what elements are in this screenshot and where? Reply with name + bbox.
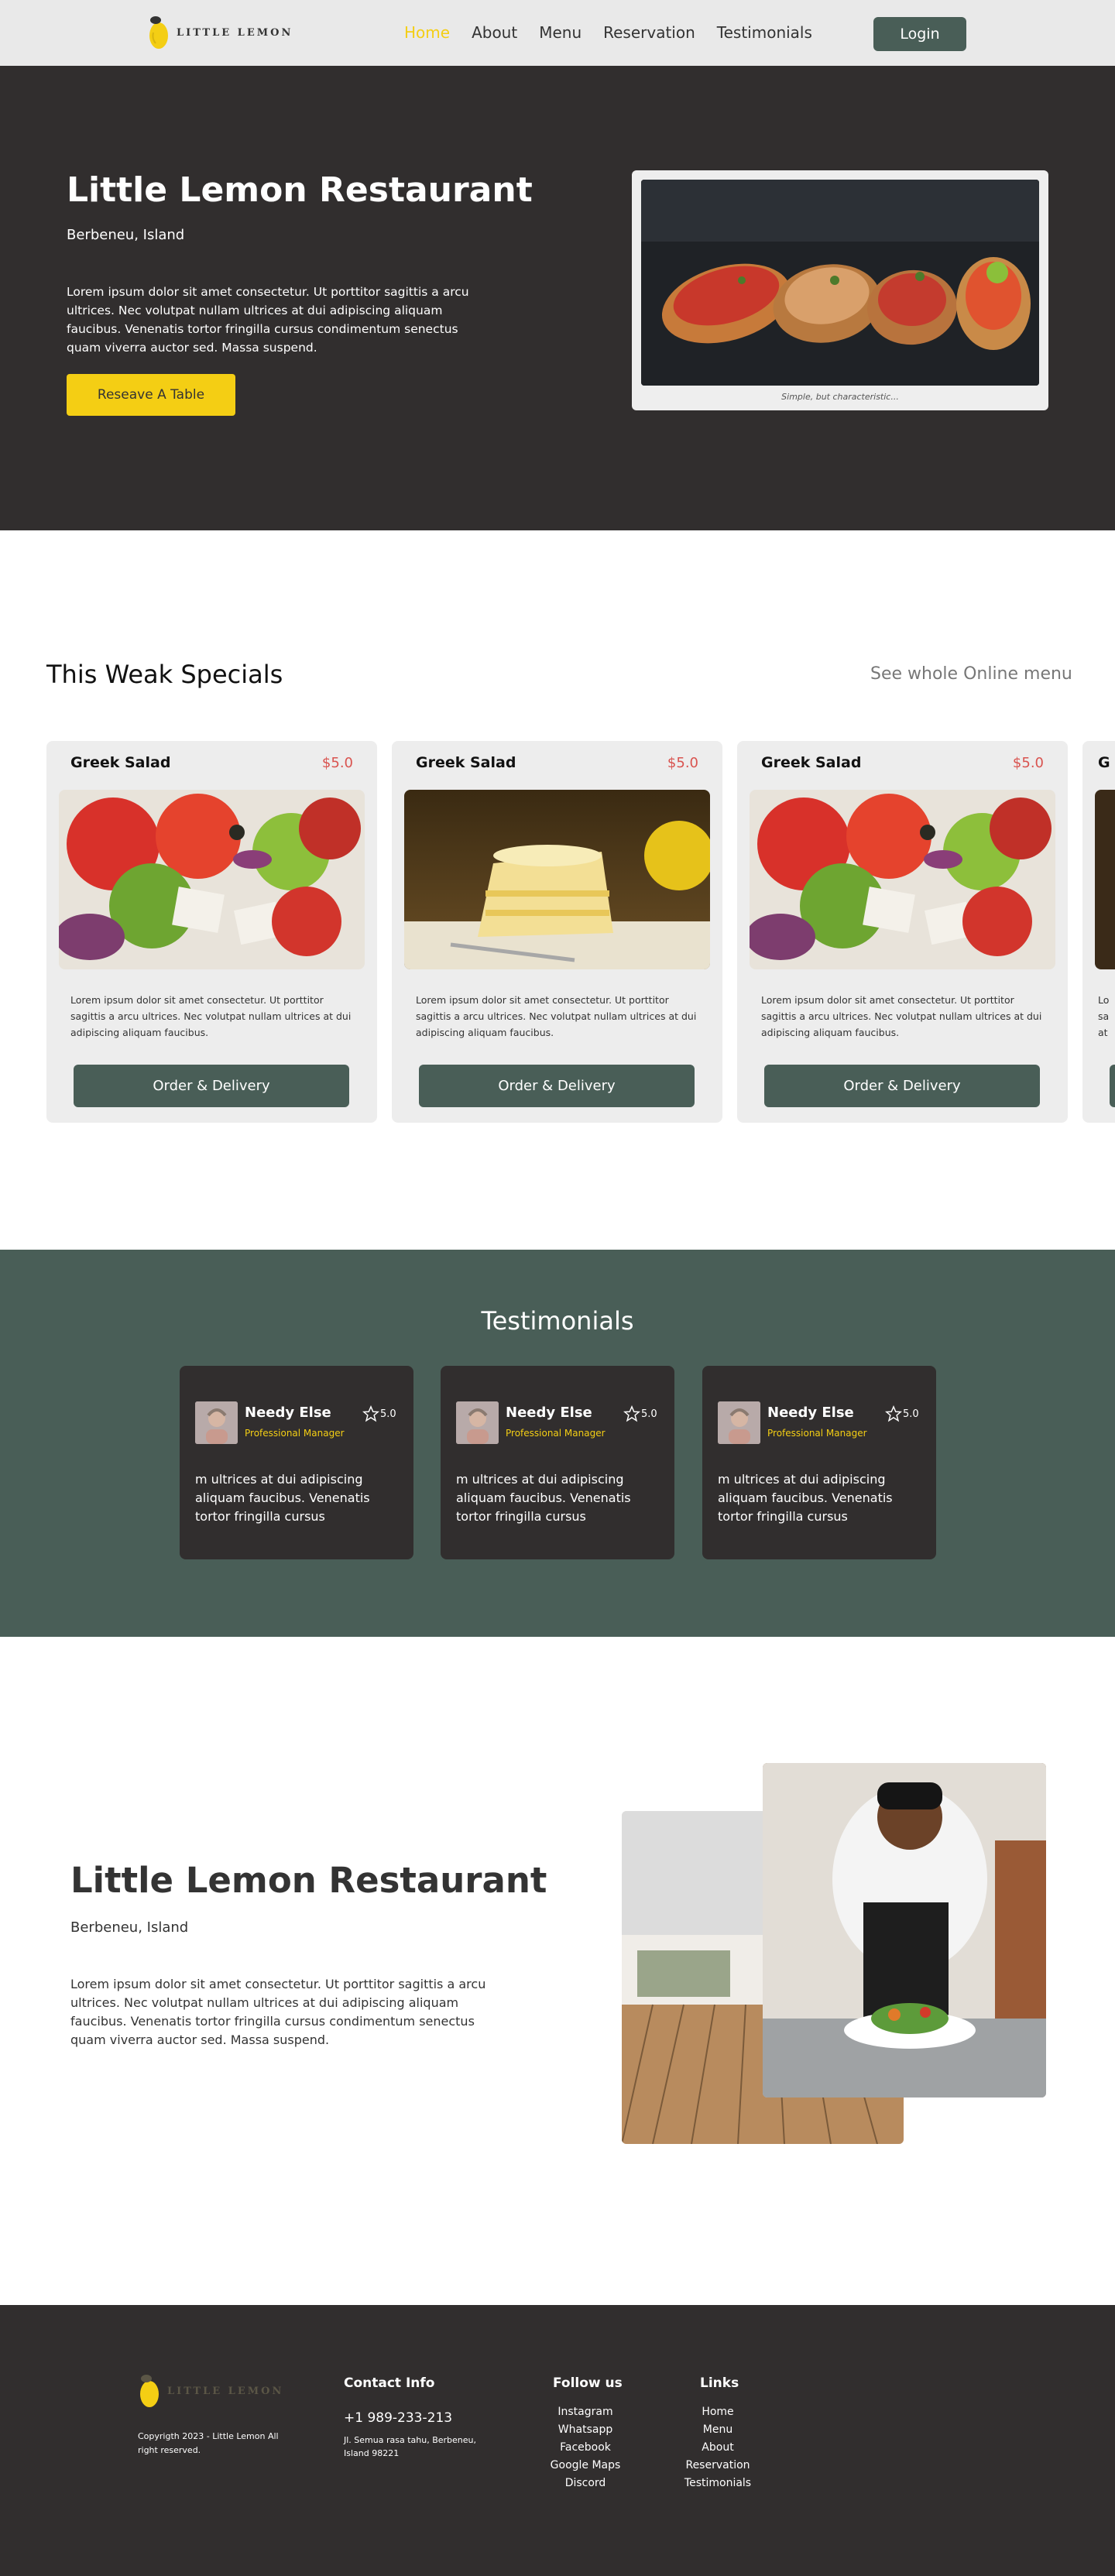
dish-description: Lorem ipsum dolor sit amet consectetur. …	[416, 994, 697, 1038]
social-link-discord[interactable]: Discord	[565, 2477, 606, 2489]
footer-link-menu[interactable]: Menu	[703, 2423, 732, 2436]
salad-image	[750, 790, 1055, 969]
lemon-logo-icon	[149, 16, 168, 49]
rating-value: 5.0	[641, 1408, 657, 1420]
rating-value: 5.0	[380, 1408, 396, 1420]
dish-price: $5.0	[1012, 755, 1044, 771]
about-description: Lorem ipsum dolor sit amet consectetur. …	[70, 1977, 486, 2047]
dish-price: $5.0	[667, 755, 698, 771]
hero-title: Little Lemon Restaurant	[67, 170, 533, 210]
nav-reservation[interactable]: Reservation	[603, 23, 695, 42]
dish-description: Lo sa at	[1098, 994, 1110, 1038]
specials-carousel[interactable]: Greek Salad $5.0 Lorem ipsum dolor sit a…	[46, 741, 1115, 1124]
reviewer-role: Professional Manager	[245, 1428, 345, 1439]
special-card: Greek Salad $5.0 Lorem ipsum dolor sit a…	[737, 741, 1068, 1123]
footer-link-home[interactable]: Home	[702, 2406, 733, 2418]
testimonial-text: m ultrices at dui adipiscing aliquam fau…	[195, 1472, 370, 1524]
login-button[interactable]: Login	[873, 17, 966, 51]
testimonial-card: Needy Else Professional Manager 5.0 m ul…	[180, 1366, 413, 1559]
dish-name: Greek Salad	[70, 754, 171, 771]
footer-brand-name: LITTLE LEMON	[167, 2385, 284, 2397]
social-link-instagram[interactable]: Instagram	[558, 2406, 612, 2418]
avatar	[456, 1401, 499, 1444]
links-heading: Links	[700, 2375, 739, 2391]
lemon-cake-image	[404, 790, 710, 969]
social-link-whatsapp[interactable]: Whatsapp	[558, 2423, 612, 2436]
star-icon	[885, 1405, 902, 1422]
dish-image	[1095, 790, 1115, 969]
reviewer-role: Professional Manager	[767, 1428, 867, 1439]
footer-logo[interactable]: LITTLE LEMON	[138, 2372, 283, 2410]
logo[interactable]: LITTLE LEMON	[147, 14, 293, 51]
nav-about[interactable]: About	[472, 23, 517, 42]
social-links: Instagram Whatsapp Facebook Google Maps …	[547, 2406, 624, 2489]
reviewer-name: Needy Else	[506, 1405, 592, 1421]
rating-value: 5.0	[903, 1408, 919, 1420]
avatar	[195, 1401, 238, 1444]
testimonials-section: Testimonials Needy Else Professional Man…	[0, 1250, 1115, 1637]
nav-menu: Home About Menu Reservation Testimonials	[404, 23, 812, 42]
nav-home[interactable]: Home	[404, 23, 450, 42]
footer-link-reservation[interactable]: Reservation	[685, 2459, 750, 2471]
dish-description: Lorem ipsum dolor sit amet consectetur. …	[70, 994, 352, 1038]
star-icon	[623, 1405, 640, 1422]
reserve-table-button[interactable]: Reseave A Table	[67, 374, 235, 416]
footer-links: Home Menu About Reservation Testimonials	[679, 2406, 756, 2489]
order-delivery-button[interactable]: Order & Delivery	[419, 1065, 695, 1107]
reviewer-name: Needy Else	[245, 1405, 331, 1421]
contact-address: Jl. Semua rasa tahu, Berbeneu, Island 98…	[344, 2435, 476, 2458]
footer-link-about[interactable]: About	[702, 2441, 733, 2454]
footer: LITTLE LEMON Copyrigth 2023 - Little Lem…	[0, 2305, 1115, 2576]
dish-price: $5.0	[321, 755, 353, 771]
online-menu-link[interactable]: See whole Online menu	[870, 664, 1072, 684]
reviewer-name: Needy Else	[767, 1405, 854, 1421]
special-card: Greek Salad $5.0 Lorem ipsum dolor sit a…	[392, 741, 722, 1123]
footer-link-testimonials[interactable]: Testimonials	[684, 2477, 751, 2489]
about-title: Little Lemon Restaurant	[70, 1860, 547, 1901]
star-icon	[362, 1405, 379, 1422]
special-card: G Lo sa at	[1082, 741, 1115, 1123]
testimonial-card: Needy Else Professional Manager 5.0 m ul…	[702, 1366, 936, 1559]
testimonial-card: Needy Else Professional Manager 5.0 m ul…	[441, 1366, 674, 1559]
nav-testimonials[interactable]: Testimonials	[717, 23, 812, 42]
dish-description: Lorem ipsum dolor sit amet consectetur. …	[761, 994, 1042, 1038]
specials-title: This Weak Specials	[46, 660, 283, 689]
testimonials-title: Testimonials	[481, 1306, 634, 1336]
social-link-facebook[interactable]: Facebook	[560, 2441, 611, 2454]
hero-image-caption: Simple, but characteristic...	[781, 392, 899, 402]
testimonial-text: m ultrices at dui adipiscing aliquam fau…	[456, 1472, 631, 1524]
reviewer-role: Professional Manager	[506, 1428, 606, 1439]
chef-image	[763, 1763, 1046, 2098]
hero-section: Little Lemon Restaurant Berbeneu, Island…	[0, 66, 1115, 530]
hero-image-card: Simple, but characteristic...	[632, 170, 1048, 410]
testimonial-text: m ultrices at dui adipiscing aliquam fau…	[718, 1472, 893, 1524]
order-delivery-button[interactable]	[1110, 1065, 1115, 1107]
dish-name: Greek Salad	[761, 754, 862, 771]
special-card: Greek Salad $5.0 Lorem ipsum dolor sit a…	[46, 741, 377, 1123]
bruschetta-image	[641, 180, 1039, 386]
lemon-logo-icon	[140, 2375, 159, 2407]
salad-image	[59, 790, 365, 969]
dish-name: G	[1098, 754, 1110, 771]
follow-us-heading: Follow us	[553, 2375, 623, 2391]
about-location: Berbeneu, Island	[70, 1919, 189, 1936]
hero-description: Lorem ipsum dolor sit amet consectetur. …	[67, 285, 469, 355]
contact-info-heading: Contact Info	[344, 2375, 435, 2391]
copyright-text: Copyrigth 2023 - Little Lemon All right …	[138, 2431, 279, 2455]
order-delivery-button[interactable]: Order & Delivery	[764, 1065, 1040, 1107]
dish-name: Greek Salad	[416, 754, 516, 771]
nav-menu-link[interactable]: Menu	[539, 23, 582, 42]
avatar	[718, 1401, 760, 1444]
order-delivery-button[interactable]: Order & Delivery	[74, 1065, 349, 1107]
social-link-google-maps[interactable]: Google Maps	[551, 2459, 621, 2471]
brand-name: LITTLE LEMON	[177, 26, 293, 39]
contact-phone[interactable]: +1 989-233-213	[344, 2410, 452, 2426]
hero-location: Berbeneu, Island	[67, 227, 185, 243]
top-navbar: LITTLE LEMON Home About Menu Reservation…	[0, 0, 1115, 66]
